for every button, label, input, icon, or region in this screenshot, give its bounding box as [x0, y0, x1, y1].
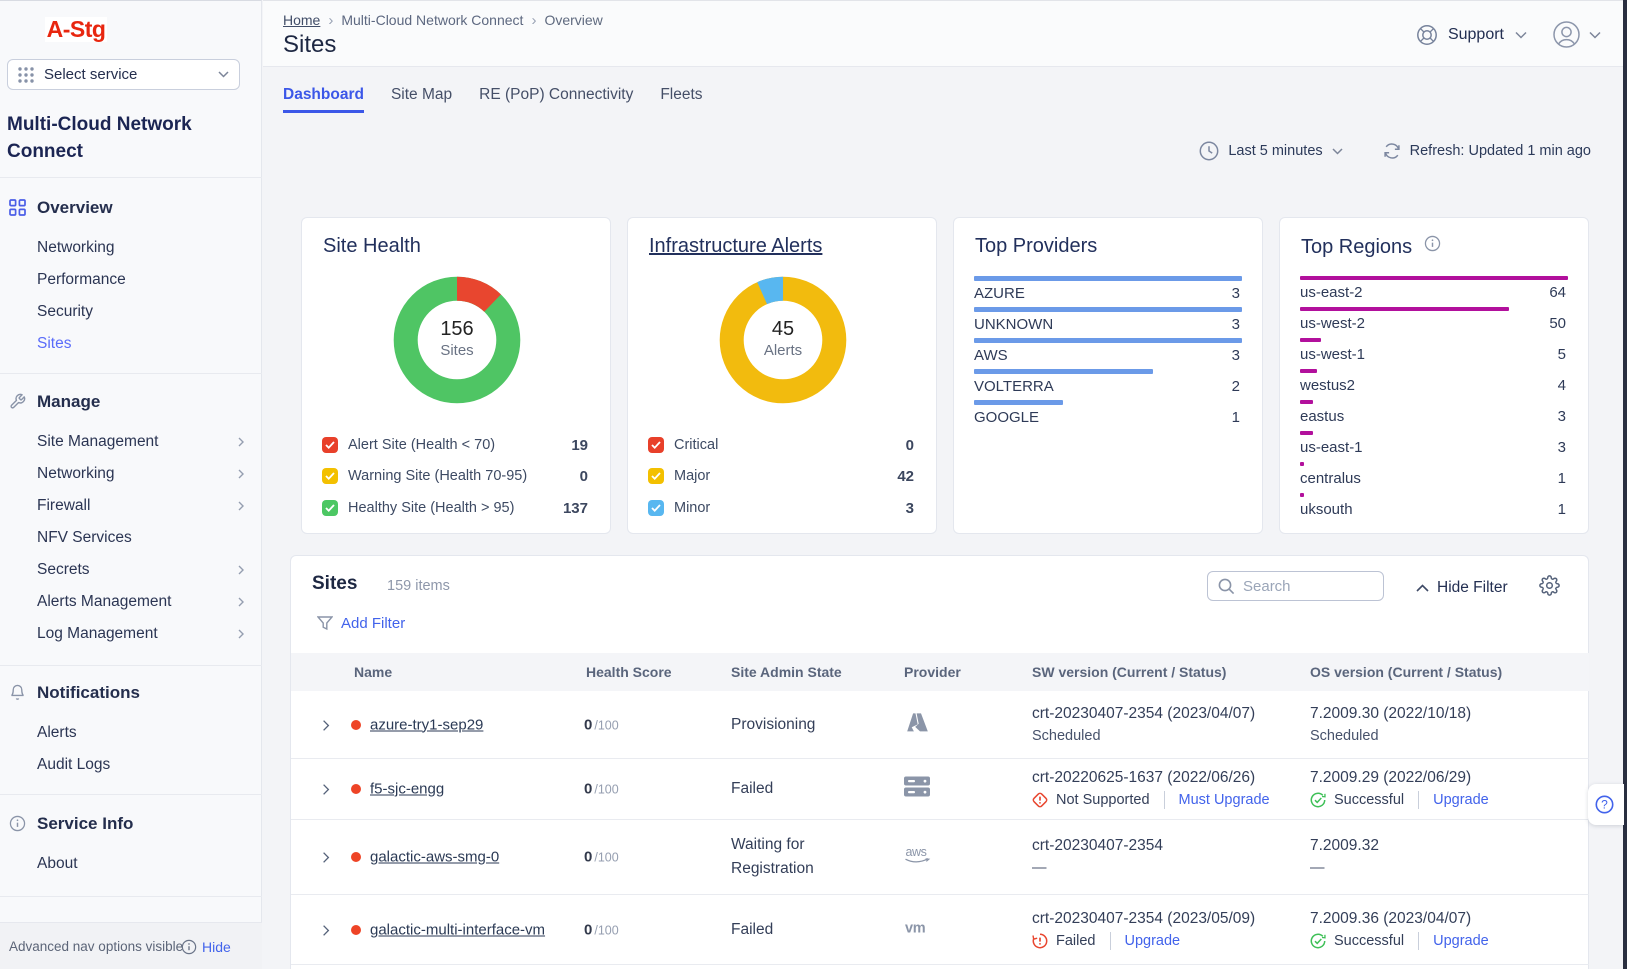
svg-text:vm: vm [905, 920, 925, 935]
svg-text:aws: aws [906, 845, 927, 859]
svg-text:?: ? [1601, 798, 1608, 812]
